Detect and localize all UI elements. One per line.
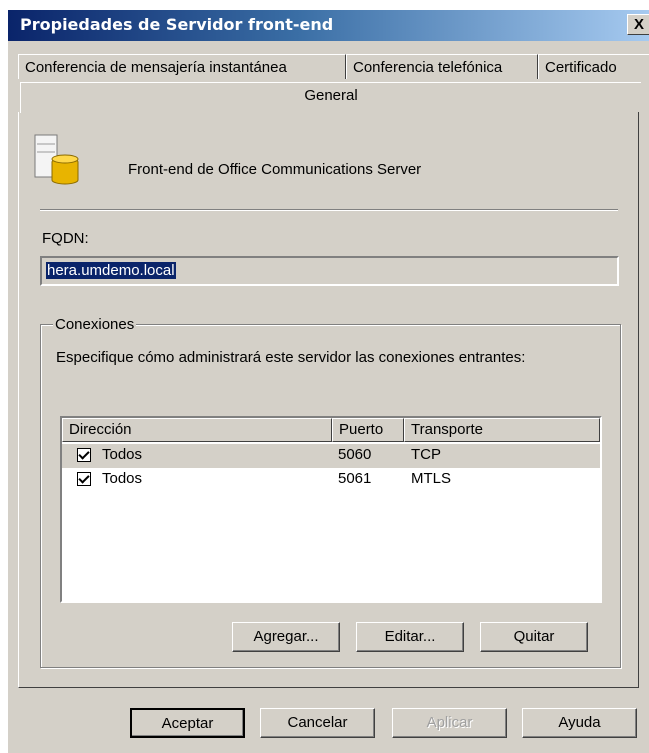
server-database-icon [34, 134, 79, 185]
tab-telephone-conferencing[interactable]: Conferencia telefónica [346, 54, 538, 79]
cell-port: 5061 [338, 470, 372, 487]
tab-row: Conferencia de mensajería instantánea Co… [18, 54, 649, 81]
separator [40, 209, 618, 211]
row-checkbox[interactable] [77, 472, 91, 486]
help-button[interactable]: Ayuda [522, 708, 637, 738]
title-bar: Propiedades de Servidor front-end X [8, 10, 649, 41]
cell-address: Todos [102, 446, 143, 463]
add-button[interactable]: Agregar... [232, 622, 340, 652]
cancel-button[interactable]: Cancelar [260, 708, 375, 738]
connections-group-title: Conexiones [53, 316, 137, 333]
ok-button[interactable]: Aceptar [130, 708, 245, 738]
connections-description: Especifique cómo administrará este servi… [56, 349, 526, 366]
fqdn-field[interactable]: hera.umdemo.local [40, 256, 619, 286]
column-header-port[interactable]: Puerto [332, 418, 404, 442]
server-description: Front-end de Office Communications Serve… [128, 161, 422, 178]
row-checkbox[interactable] [77, 448, 91, 462]
table-row[interactable]: Todos 5061 MTLS [62, 468, 600, 492]
window-title: Propiedades de Servidor front-end [20, 15, 334, 34]
tab-certificate[interactable]: Certificado [538, 54, 649, 79]
fqdn-label: FQDN: [42, 230, 89, 247]
cell-address: Todos [102, 470, 143, 487]
column-header-address[interactable]: Dirección [62, 418, 332, 442]
fqdn-value: hera.umdemo.local [46, 262, 176, 279]
remove-button[interactable]: Quitar [480, 622, 588, 652]
table-row[interactable]: Todos 5060 TCP [62, 444, 600, 468]
tab-general[interactable]: General [20, 82, 641, 113]
close-button[interactable]: X [627, 14, 649, 35]
tab-instant-messaging-conferencing[interactable]: Conferencia de mensajería instantánea [18, 54, 346, 79]
cell-port: 5060 [338, 446, 372, 463]
cell-transport: TCP [411, 446, 441, 463]
cell-transport: MTLS [411, 470, 452, 487]
edit-button[interactable]: Editar... [356, 622, 464, 652]
connections-list[interactable]: Dirección Puerto Transporte Todos 5060 T… [60, 416, 602, 603]
apply-button[interactable]: Aplicar [392, 708, 507, 738]
column-header-transport[interactable]: Transporte [404, 418, 600, 442]
